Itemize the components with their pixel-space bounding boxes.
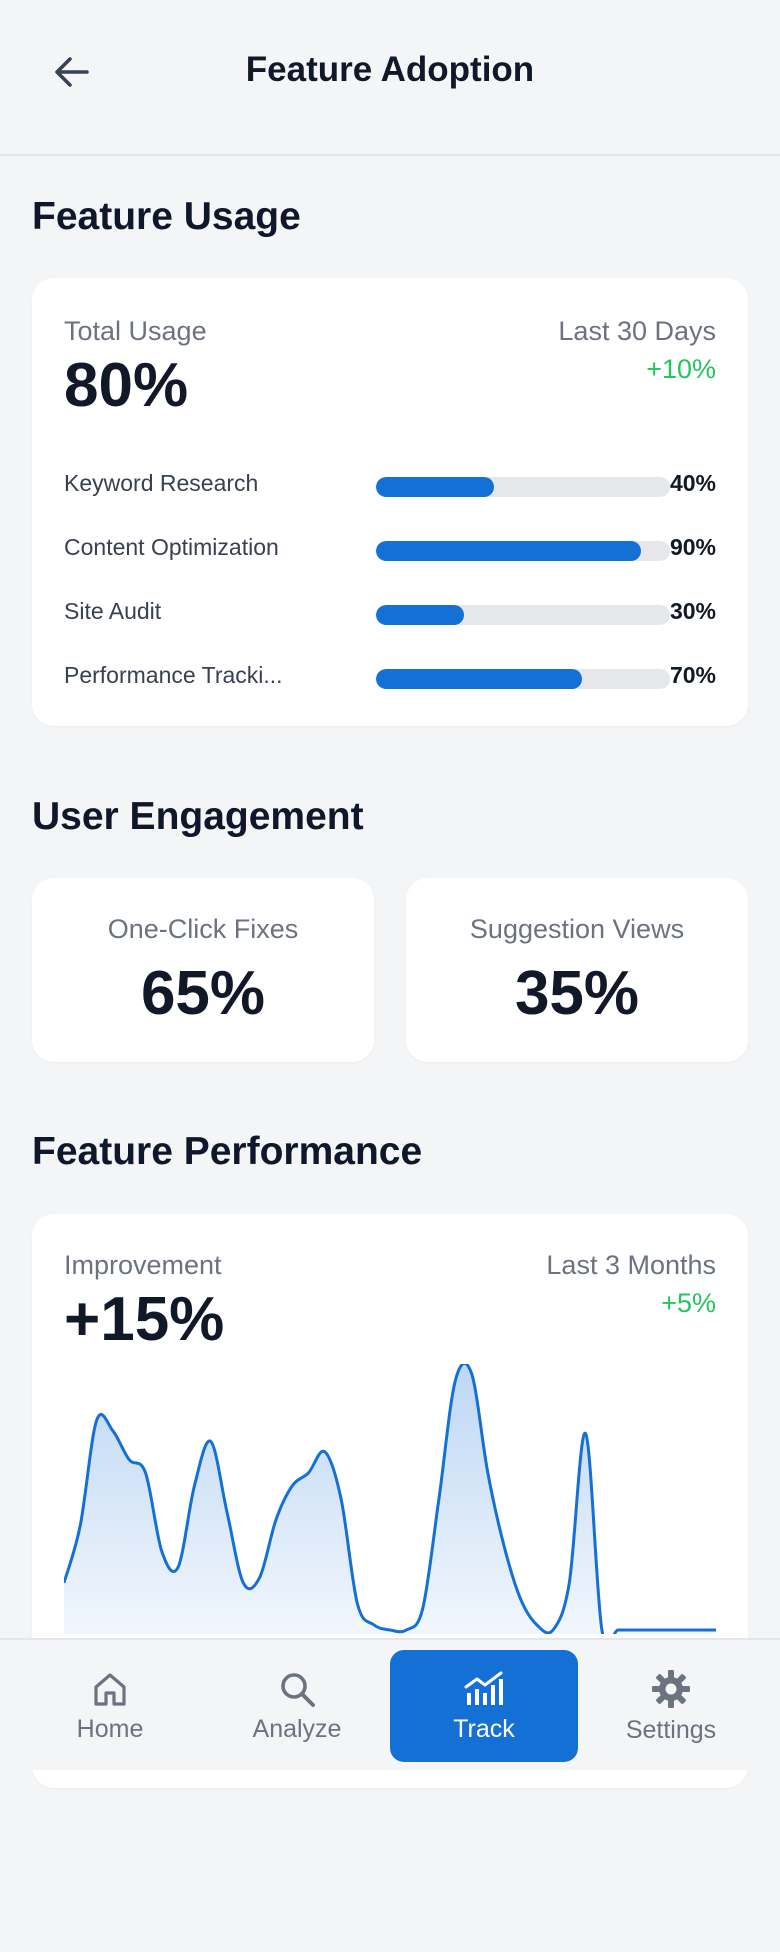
search-icon: [281, 1672, 315, 1707]
user-engagement-heading: User Engagement: [32, 795, 364, 838]
feature-progress-fill: [376, 541, 641, 561]
feature-value: 40%: [669, 470, 716, 496]
feature-progress-bar: [376, 669, 670, 689]
feature-usage-card: Total Usage 80% Last 30 Days +10% Keywor…: [32, 278, 748, 726]
page-title: Feature Adoption: [245, 50, 535, 89]
feature-row: Performance Tracki... 70%: [64, 662, 716, 702]
suggestion-views-label: Suggestion Views: [469, 914, 685, 944]
feature-progress-bar: [376, 477, 670, 497]
total-usage-value: 80%: [64, 351, 189, 420]
suggestion-views-card: Suggestion Views 35%: [406, 878, 748, 1062]
home-icon: [94, 1672, 126, 1706]
one-click-fixes-label: One-Click Fixes: [107, 914, 299, 944]
nav-settings-label: Settings: [625, 1715, 717, 1744]
one-click-fixes-value: 65%: [140, 959, 266, 1028]
feature-label: Keyword Research: [64, 470, 259, 496]
feature-value: 30%: [669, 598, 716, 624]
nav-home-label: Home: [76, 1714, 144, 1743]
feature-progress-bar: [376, 605, 670, 625]
feature-label: Performance Tracki...: [64, 662, 283, 688]
feature-progress-fill: [376, 605, 465, 625]
nav-settings[interactable]: Settings: [577, 1650, 765, 1762]
performance-period-label: Last 3 Months: [546, 1250, 716, 1280]
bottom-nav: Home Analyze Track Settings: [0, 1638, 780, 1770]
feature-value: 70%: [669, 662, 716, 688]
feature-row: Keyword Research 40%: [64, 470, 716, 510]
feature-performance-heading: Feature Performance: [32, 1130, 423, 1173]
nav-analyze[interactable]: Analyze: [203, 1650, 391, 1762]
performance-area-chart: [64, 1364, 716, 1634]
feature-progress-fill: [376, 669, 582, 689]
performance-change-badge: +5%: [661, 1288, 716, 1318]
nav-home[interactable]: Home: [16, 1650, 204, 1762]
feature-label: Site Audit: [64, 598, 162, 624]
feature-progress-fill: [376, 477, 494, 497]
nav-analyze-label: Analyze: [252, 1714, 342, 1743]
period-label: Last 30 Days: [558, 316, 716, 346]
feature-row: Site Audit 30%: [64, 598, 716, 638]
chart-icon: [464, 1671, 503, 1705]
improvement-value: +15%: [64, 1285, 225, 1354]
feature-value: 90%: [669, 534, 716, 560]
chart-area-fill: [64, 1364, 716, 1634]
feature-progress-bar: [376, 541, 670, 561]
nav-track-label: Track: [453, 1714, 515, 1743]
suggestion-views-value: 35%: [514, 959, 640, 1028]
nav-track[interactable]: Track: [390, 1650, 578, 1762]
feature-label: Content Optimization: [64, 534, 279, 560]
app-header: Feature Adoption: [0, 0, 780, 156]
gear-icon: [652, 1669, 690, 1708]
feature-row: Content Optimization 90%: [64, 534, 716, 574]
usage-change-badge: +10%: [646, 354, 716, 384]
feature-usage-heading: Feature Usage: [32, 195, 301, 238]
one-click-fixes-card: One-Click Fixes 65%: [32, 878, 374, 1062]
total-usage-label: Total Usage: [64, 316, 207, 346]
improvement-label: Improvement: [64, 1250, 222, 1280]
